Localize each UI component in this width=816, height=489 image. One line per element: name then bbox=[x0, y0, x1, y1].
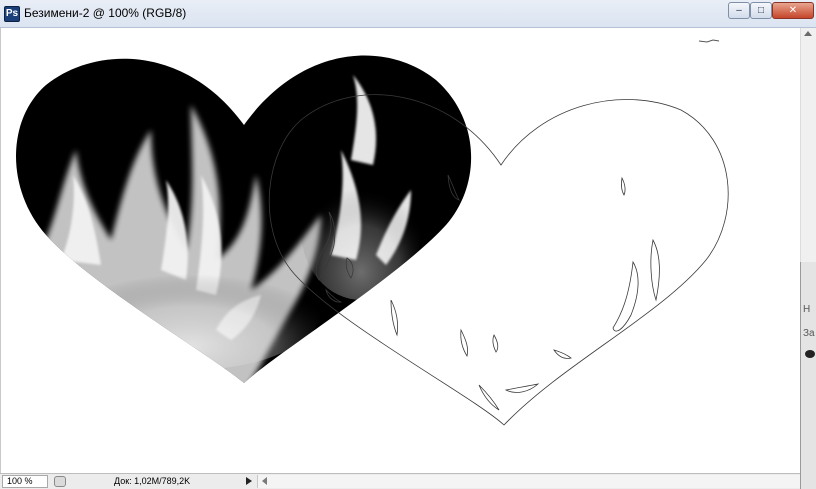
navigator-icon[interactable] bbox=[54, 476, 66, 487]
close-button[interactable]: ✕ bbox=[772, 2, 814, 19]
maximize-button[interactable]: □ bbox=[750, 2, 772, 19]
status-menu-arrow-icon[interactable] bbox=[246, 477, 252, 485]
fire-heart-layer bbox=[16, 55, 472, 383]
canvas-artwork bbox=[16, 39, 729, 426]
panel-row-label-1: Н bbox=[803, 304, 811, 315]
canvas-mark bbox=[698, 39, 720, 43]
layers-panel-edge[interactable]: Н За bbox=[800, 262, 816, 489]
window-title: Безимени-2 @ 100% (RGB/8) bbox=[24, 6, 187, 20]
zoom-level-field[interactable]: 100 % bbox=[2, 475, 48, 488]
document-canvas[interactable] bbox=[0, 28, 801, 473]
panel-row-label-2: За bbox=[803, 328, 815, 339]
minimize-button[interactable]: – bbox=[728, 2, 750, 19]
document-info: Док: 1,02M/789,2K bbox=[114, 476, 191, 486]
photoshop-icon: Ps bbox=[4, 6, 20, 22]
title-bar: Ps Безимени-2 @ 100% (RGB/8) – □ ✕ bbox=[0, 0, 816, 28]
scroll-up-arrow-icon[interactable] bbox=[804, 31, 812, 36]
horizontal-scrollbar[interactable] bbox=[257, 475, 800, 488]
eye-icon[interactable] bbox=[805, 350, 815, 358]
scroll-left-arrow-icon[interactable] bbox=[262, 477, 267, 485]
status-bar: 100 % Док: 1,02M/789,2K bbox=[0, 473, 800, 489]
